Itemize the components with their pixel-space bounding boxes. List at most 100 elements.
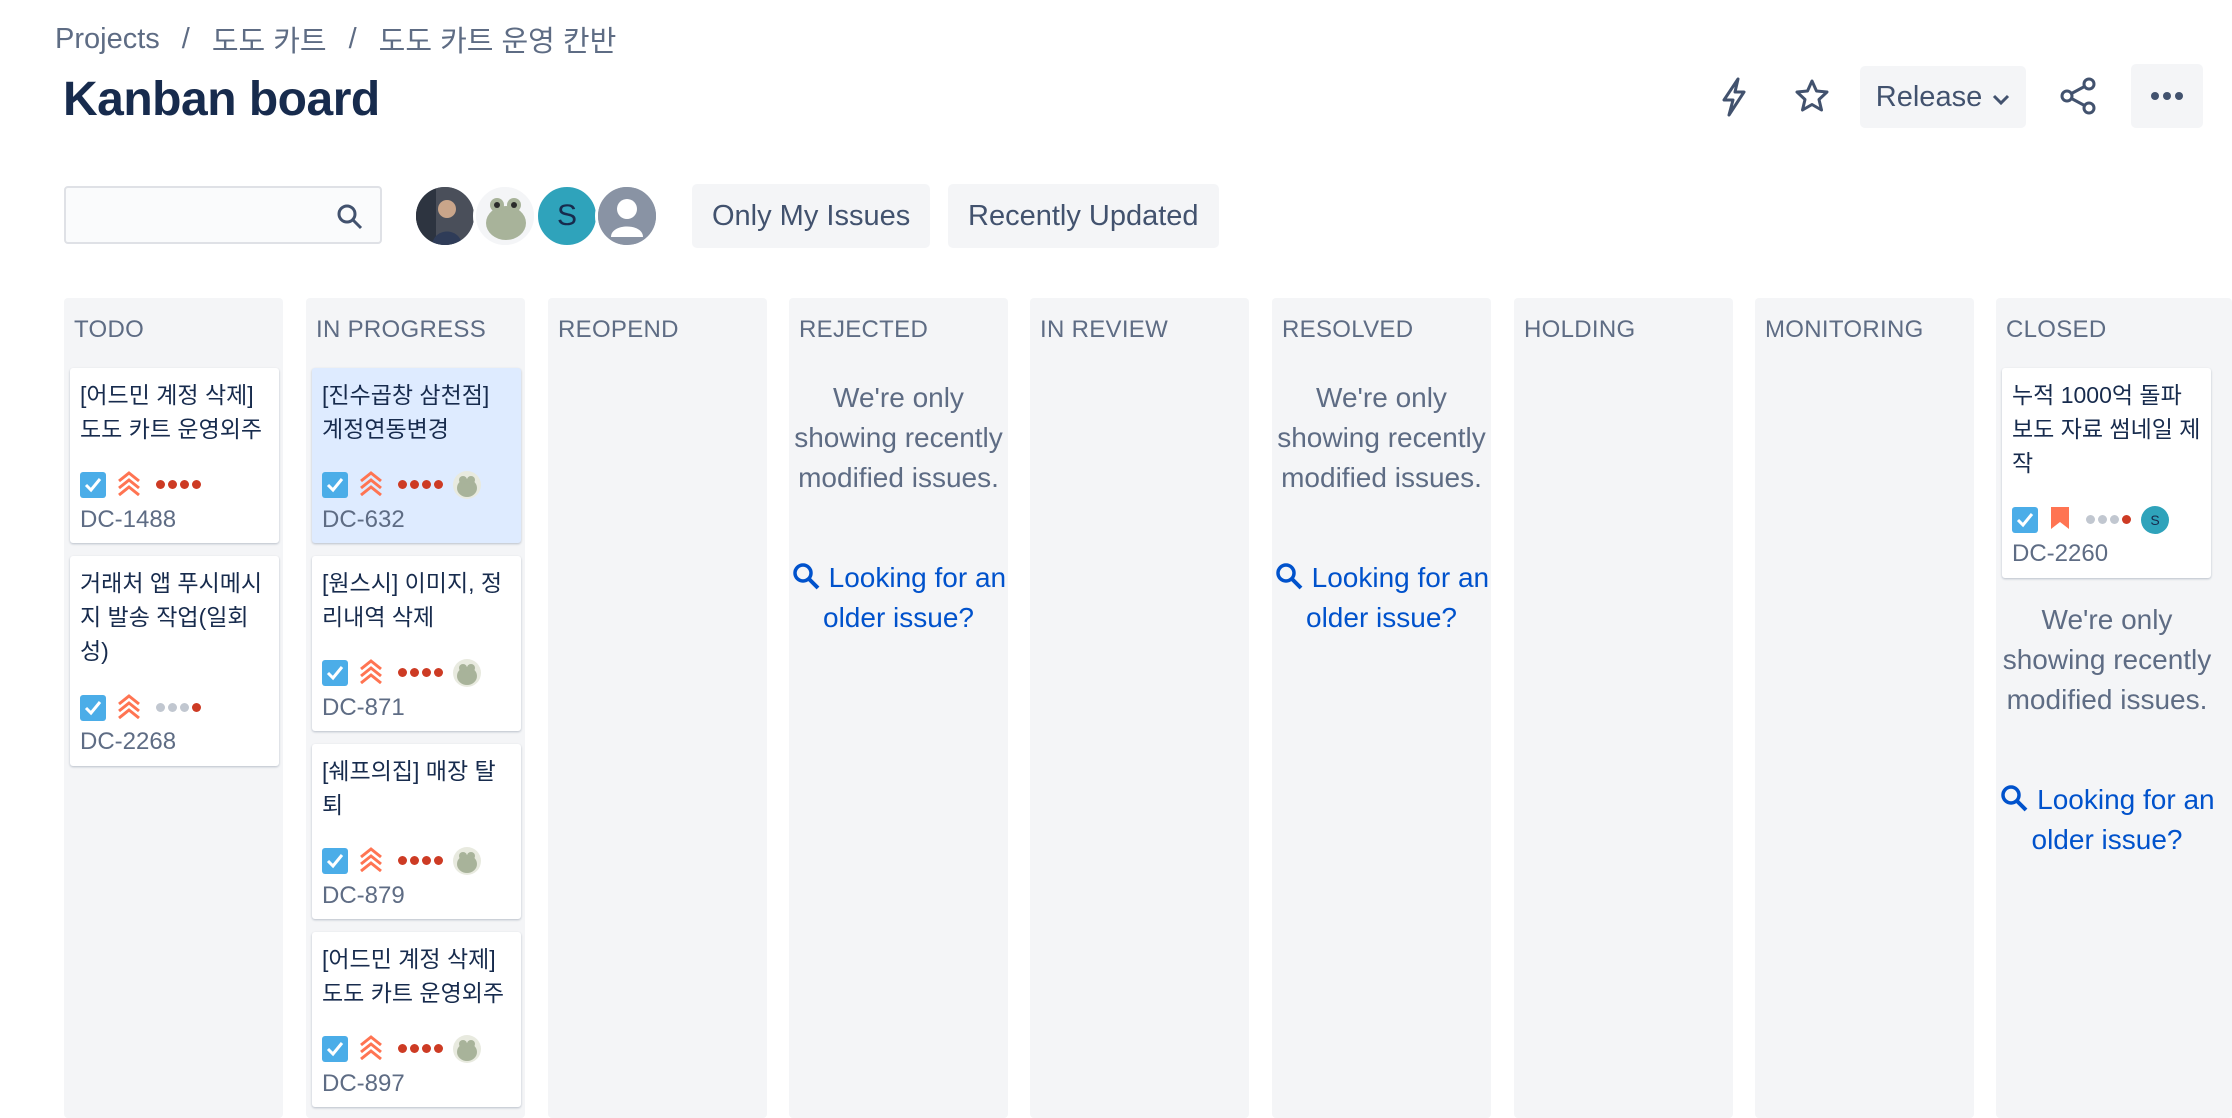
issue-key[interactable]: DC-2260 (2012, 540, 2108, 568)
issue-card[interactable]: 누적 1000억 돌파 보도 자료 썸네일 제작 S DC-2260 (2002, 368, 2211, 578)
issue-key[interactable]: DC-879 (322, 882, 405, 910)
column-closed: CLOSED 누적 1000억 돌파 보도 자료 썸네일 제작 S DC-226… (1996, 298, 2232, 1118)
avatar-s[interactable]: S (535, 184, 599, 248)
column-rejected: REJECTED We're only showing recently mod… (789, 298, 1008, 1118)
assignee-frog-avatar[interactable] (453, 1034, 481, 1063)
issue-card[interactable]: [진수곱창 삼천점] 계정연동변경 DC-632 (312, 368, 521, 543)
task-type-icon (322, 847, 348, 874)
column-monitoring: MONITORING (1755, 298, 1974, 1118)
breadcrumb-project[interactable]: 도도 카트 (212, 18, 327, 60)
search-icon (336, 203, 364, 236)
avatar-frog[interactable] (473, 184, 537, 248)
search-icon (793, 563, 820, 590)
older-issue-link[interactable]: Looking for an older issue? (789, 558, 1008, 638)
issue-card[interactable]: [어드민 계정 삭제] 도도 카트 운영외주 DC-897 (312, 932, 521, 1107)
column-title: IN REVIEW (1040, 316, 1169, 343)
card-summary: [어드민 계정 삭제] 도도 카트 운영외주 (80, 382, 263, 442)
breadcrumb: Projects / 도도 카트 / 도도 카트 운영 칸반 (55, 18, 616, 60)
search-field[interactable] (64, 186, 382, 244)
estimate-dots (398, 1044, 443, 1053)
older-issue-link-text[interactable]: Looking for an older issue? (1306, 562, 1489, 633)
older-issue-link[interactable]: Looking for an older issue? (1272, 558, 1491, 638)
card-summary: [쉐프의집] 매장 탈퇴 (322, 758, 496, 818)
filter-recently-updated[interactable]: Recently Updated (948, 184, 1219, 248)
recent-issues-notice: We're only showing recently modified iss… (1277, 382, 1486, 493)
release-button[interactable]: Release (1860, 66, 2026, 128)
issue-key[interactable]: DC-1488 (80, 506, 176, 534)
breadcrumb-projects[interactable]: Projects (55, 23, 160, 56)
task-type-icon (322, 1035, 348, 1062)
card-summary: 누적 1000억 돌파 보도 자료 썸네일 제작 (2012, 382, 2201, 476)
column-in-review: IN REVIEW (1030, 298, 1249, 1118)
avatar-user-photo[interactable] (413, 184, 477, 248)
chevron-down-icon (1992, 81, 2010, 114)
column-title: IN PROGRESS (316, 316, 486, 343)
card-summary: [어드민 계정 삭제] 도도 카트 운영외주 (322, 946, 505, 1006)
breadcrumb-board[interactable]: 도도 카트 운영 칸반 (379, 18, 617, 60)
issue-card[interactable]: [원스시] 이미지, 정리내역 삭제 DC-871 (312, 556, 521, 731)
priority-highest-icon (358, 844, 384, 877)
task-type-icon (80, 694, 106, 721)
search-input[interactable] (66, 188, 340, 242)
issue-key[interactable]: DC-632 (322, 506, 405, 534)
priority-blocker-icon (2048, 503, 2072, 536)
column-title: MONITORING (1765, 316, 1924, 343)
column-resolved: RESOLVED We're only showing recently mod… (1272, 298, 1491, 1118)
column-title: REOPEND (558, 316, 679, 343)
card-summary: 거래처 앱 푸시메시지 발송 작업(일회성) (80, 570, 263, 664)
issue-card[interactable]: 거래처 앱 푸시메시지 발송 작업(일회성) DC-2268 (70, 556, 279, 766)
share-icon[interactable] (2054, 74, 2102, 118)
recent-issues-notice: We're only showing recently modified iss… (794, 382, 1003, 493)
column-in-progress: IN PROGRESS [진수곱창 삼천점] 계정연동변경 DC-632 [원스… (306, 298, 525, 1118)
older-issue-link-text[interactable]: Looking for an older issue? (2032, 784, 2215, 855)
priority-highest-icon (358, 468, 384, 501)
recent-issues-notice: We're only showing recently modified iss… (2002, 604, 2212, 715)
search-icon (1276, 563, 1303, 590)
star-icon[interactable] (1790, 74, 1834, 118)
avatar-initial: S (556, 199, 577, 232)
estimate-dots (398, 480, 443, 489)
assignee-frog-avatar[interactable] (453, 470, 481, 499)
card-summary: [원스시] 이미지, 정리내역 삭제 (322, 570, 503, 630)
column-title: REJECTED (799, 316, 929, 343)
issue-card[interactable]: [어드민 계정 삭제] 도도 카트 운영외주 DC-1488 (70, 368, 279, 543)
task-type-icon (322, 471, 348, 498)
assignee-avatar[interactable]: S (2141, 505, 2169, 534)
assignee-frog-avatar[interactable] (453, 846, 481, 875)
task-type-icon (322, 659, 348, 686)
priority-highest-icon (116, 468, 142, 501)
breadcrumb-separator: / (348, 22, 357, 55)
assignee-frog-avatar[interactable] (453, 658, 481, 687)
lightning-icon[interactable] (1712, 72, 1756, 122)
issue-key[interactable]: DC-2268 (80, 728, 176, 756)
priority-highest-icon (358, 1032, 384, 1065)
priority-highest-icon (116, 691, 142, 724)
column-reopend: REOPEND (548, 298, 767, 1118)
column-holding: HOLDING (1514, 298, 1733, 1118)
priority-highest-icon (358, 656, 384, 689)
estimate-dots (398, 668, 443, 677)
task-type-icon (2012, 506, 2038, 533)
column-title: CLOSED (2006, 316, 2107, 343)
column-title: TODO (74, 316, 145, 343)
task-type-icon (80, 471, 106, 498)
column-todo: TODO [어드민 계정 삭제] 도도 카트 운영외주 DC-1488 거래처 … (64, 298, 283, 1118)
issue-key[interactable]: DC-897 (322, 1070, 405, 1098)
column-title: RESOLVED (1282, 316, 1414, 343)
more-actions-button[interactable] (2131, 64, 2203, 128)
estimate-dots (156, 703, 201, 712)
estimate-dots (2086, 515, 2131, 524)
filter-only-my-issues[interactable]: Only My Issues (692, 184, 931, 248)
release-label: Release (1875, 80, 1983, 113)
search-icon (2001, 785, 2028, 812)
estimate-dots (156, 480, 201, 489)
older-issue-link[interactable]: Looking for an older issue? (1996, 780, 2218, 860)
breadcrumb-separator: / (181, 22, 190, 55)
estimate-dots (398, 856, 443, 865)
issue-card[interactable]: [쉐프의집] 매장 탈퇴 DC-879 (312, 744, 521, 919)
issue-key[interactable]: DC-871 (322, 694, 405, 722)
avatar-default-user[interactable] (595, 184, 659, 248)
older-issue-link-text[interactable]: Looking for an older issue? (823, 562, 1006, 633)
card-summary: [진수곱창 삼천점] 계정연동변경 (322, 382, 490, 442)
page-title: Kanban board (63, 73, 380, 126)
